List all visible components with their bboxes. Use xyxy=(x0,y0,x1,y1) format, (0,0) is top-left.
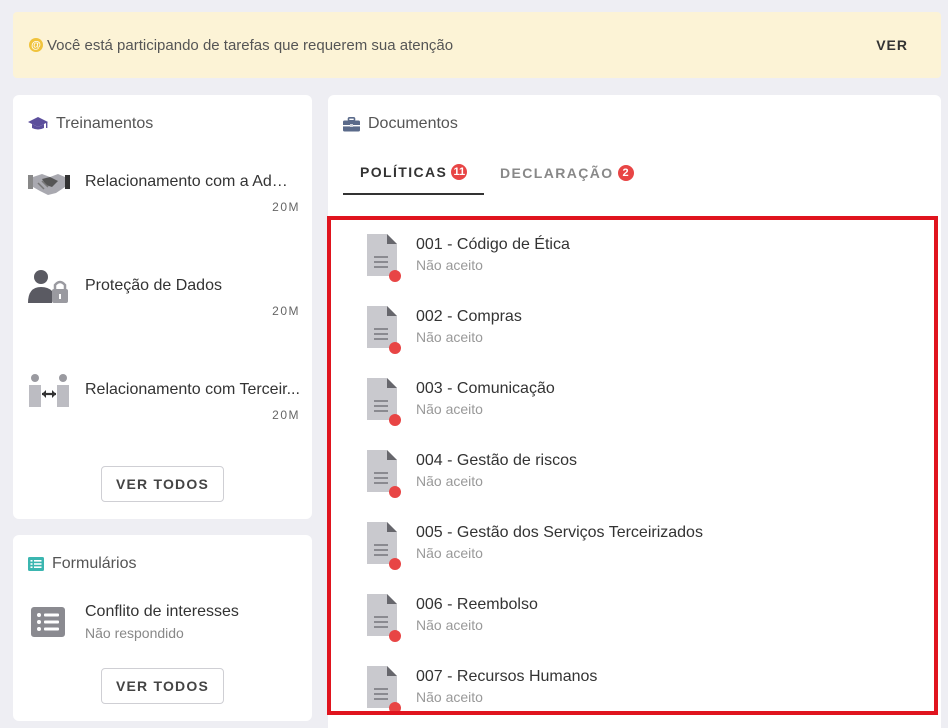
document-name: 001 - Código de Ética xyxy=(416,236,570,253)
trainings-title-text: Treinamentos xyxy=(56,115,154,132)
document-file-icon xyxy=(367,594,401,642)
document-name: 003 - Comunicação xyxy=(416,380,555,397)
form-status: Não respondido xyxy=(85,625,184,641)
document-item[interactable]: 007 - Recursos Humanos Não aceito xyxy=(331,652,934,711)
document-file-icon xyxy=(367,378,401,426)
document-name: 007 - Recursos Humanos xyxy=(416,668,598,685)
tab-declaration[interactable]: DECLARAÇÃO 2 xyxy=(484,151,651,195)
trainings-title: Treinamentos xyxy=(28,115,153,133)
user-lock-icon xyxy=(28,270,68,303)
training-name: Relacionamento com Terceir... xyxy=(85,381,300,398)
forms-title: Formulários xyxy=(28,555,136,573)
document-file-icon xyxy=(367,666,401,711)
document-status: Não aceito xyxy=(416,545,483,561)
document-status: Não aceito xyxy=(416,617,483,633)
forms-card: Formulários Conflito de interesses Não r… xyxy=(13,535,312,721)
form-list-icon xyxy=(28,557,44,571)
document-item[interactable]: 001 - Código de Ética Não aceito xyxy=(331,220,934,292)
document-status: Não aceito xyxy=(416,257,483,273)
training-name: Relacionamento com a Adm.... xyxy=(85,173,300,190)
document-status: Não aceito xyxy=(416,689,483,705)
list-icon xyxy=(31,607,65,637)
tab-label: POLÍTICAS xyxy=(360,164,448,180)
document-file-icon xyxy=(367,450,401,498)
document-status: Não aceito xyxy=(416,473,483,489)
document-item[interactable]: 002 - Compras Não aceito xyxy=(331,292,934,364)
tab-policies[interactable]: POLÍTICAS 11 xyxy=(343,151,484,195)
handshake-icon xyxy=(28,174,70,195)
document-file-icon xyxy=(367,522,401,570)
trainings-card: Treinamentos Relacionamento com a Adm...… xyxy=(13,95,312,519)
alert-message: @ Você está participando de tarefas que … xyxy=(29,37,453,54)
training-duration: 20M xyxy=(272,408,300,422)
training-item[interactable]: Proteção de Dados 20M xyxy=(28,269,303,335)
training-name: Proteção de Dados xyxy=(85,277,222,294)
training-item[interactable]: Relacionamento com a Adm.... 20M xyxy=(28,165,303,231)
document-file-icon xyxy=(367,306,401,354)
graduation-cap-icon xyxy=(28,117,48,130)
form-item[interactable]: Conflito de interesses Não respondido xyxy=(31,603,301,647)
forms-title-text: Formulários xyxy=(52,555,137,572)
tab-label: DECLARAÇÃO xyxy=(500,165,614,181)
documents-title-text: Documentos xyxy=(368,115,458,132)
count-badge: 11 xyxy=(451,164,468,180)
document-file-icon xyxy=(367,234,401,282)
briefcase-icon xyxy=(343,116,360,131)
attention-alert: @ Você está participando de tarefas que … xyxy=(13,12,941,78)
forms-view-all-button[interactable]: VER TODOS xyxy=(101,668,224,704)
document-item[interactable]: 004 - Gestão de riscos Não aceito xyxy=(331,436,934,508)
documents-tabs: POLÍTICAS 11 DECLARAÇÃO 2 xyxy=(343,151,651,195)
training-duration: 20M xyxy=(272,200,300,214)
document-item[interactable]: 005 - Gestão dos Serviços Terceirizados … xyxy=(331,508,934,580)
at-sign-icon: @ xyxy=(29,38,43,52)
training-duration: 20M xyxy=(272,304,300,318)
document-name: 006 - Reembolso xyxy=(416,596,538,613)
alert-view-link[interactable]: VER xyxy=(876,37,908,53)
trainings-view-all-button[interactable]: VER TODOS xyxy=(101,466,224,502)
training-item[interactable]: Relacionamento com Terceir... 20M xyxy=(28,373,303,439)
document-name: 005 - Gestão dos Serviços Terceirizados xyxy=(416,524,703,541)
alert-text: Você está participando de tarefas que re… xyxy=(47,36,454,54)
documents-card: Documentos POLÍTICAS 11 DECLARAÇÃO 2 001… xyxy=(327,95,941,728)
document-name: 002 - Compras xyxy=(416,308,522,325)
policy-document-list: 001 - Código de Ética Não aceito 002 - C… xyxy=(327,216,938,715)
documents-title: Documentos xyxy=(343,115,458,133)
document-status: Não aceito xyxy=(416,329,483,345)
document-name: 004 - Gestão de riscos xyxy=(416,452,577,469)
document-item[interactable]: 006 - Reembolso Não aceito xyxy=(331,580,934,652)
people-exchange-icon xyxy=(29,374,69,407)
document-status: Não aceito xyxy=(416,401,483,417)
document-item[interactable]: 003 - Comunicação Não aceito xyxy=(331,364,934,436)
form-name: Conflito de interesses xyxy=(85,603,239,620)
count-badge: 2 xyxy=(617,165,634,181)
